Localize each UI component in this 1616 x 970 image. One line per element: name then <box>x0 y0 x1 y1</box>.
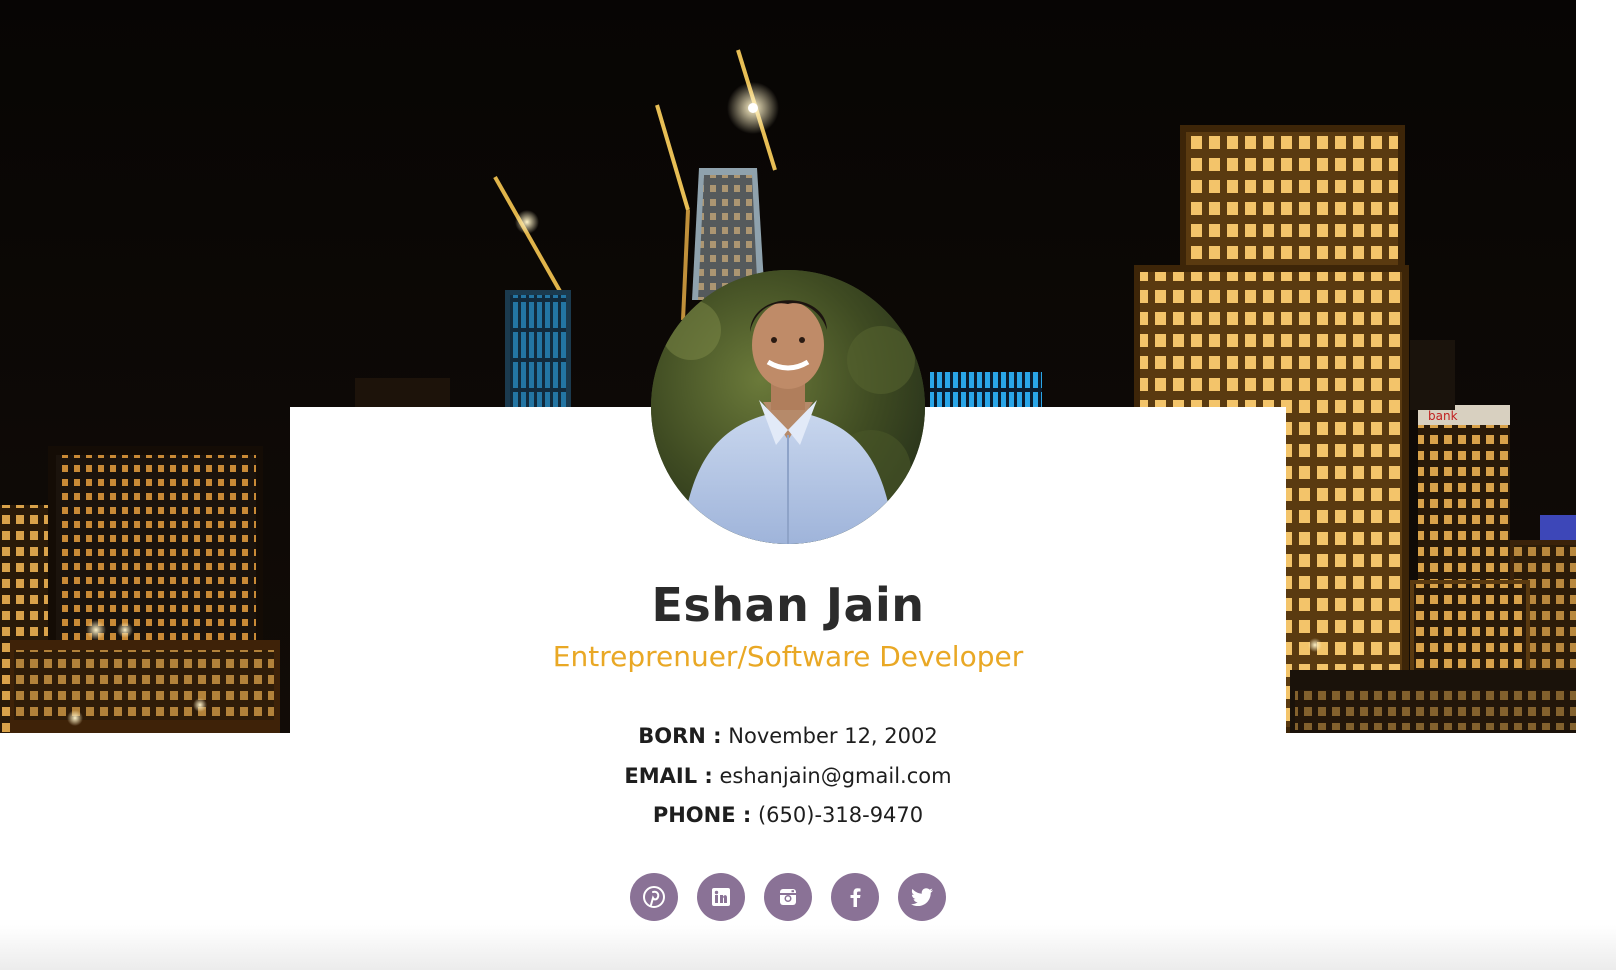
profile-photo <box>651 270 925 544</box>
born-value: November 12, 2002 <box>728 724 938 748</box>
instagram-button[interactable] <box>764 873 812 921</box>
profile-name: Eshan Jain <box>651 578 925 632</box>
email-label: EMAIL : <box>624 764 713 788</box>
profile-title: Entreprenuer/Software Developer <box>552 640 1024 673</box>
phone-row: PHONE : (650)-318-9470 <box>0 803 1576 827</box>
born-row: BORN : November 12, 2002 <box>0 724 1576 748</box>
pinterest-button[interactable] <box>630 873 678 921</box>
born-label: BORN : <box>638 724 722 748</box>
linkedin-button[interactable] <box>697 873 745 921</box>
phone-label: PHONE : <box>652 803 752 827</box>
profile-page: bank Eshan Jain Entreprenuer/Software De… <box>0 0 1616 970</box>
svg-text:bank: bank <box>1428 409 1458 423</box>
twitter-icon <box>911 888 933 906</box>
linkedin-icon <box>712 888 730 906</box>
instagram-icon <box>780 889 796 905</box>
phone-value[interactable]: (650)-318-9470 <box>758 803 923 827</box>
email-value[interactable]: eshanjain@gmail.com <box>720 764 952 788</box>
right-gutter <box>1576 0 1616 970</box>
social-links <box>0 873 1576 921</box>
email-row: EMAIL : eshanjain@gmail.com <box>0 764 1576 788</box>
facebook-icon <box>850 888 861 907</box>
pinterest-icon <box>643 886 665 908</box>
facebook-button[interactable] <box>831 873 879 921</box>
profile-avatar <box>651 270 925 544</box>
bottom-shade <box>0 925 1616 970</box>
twitter-button[interactable] <box>898 873 946 921</box>
